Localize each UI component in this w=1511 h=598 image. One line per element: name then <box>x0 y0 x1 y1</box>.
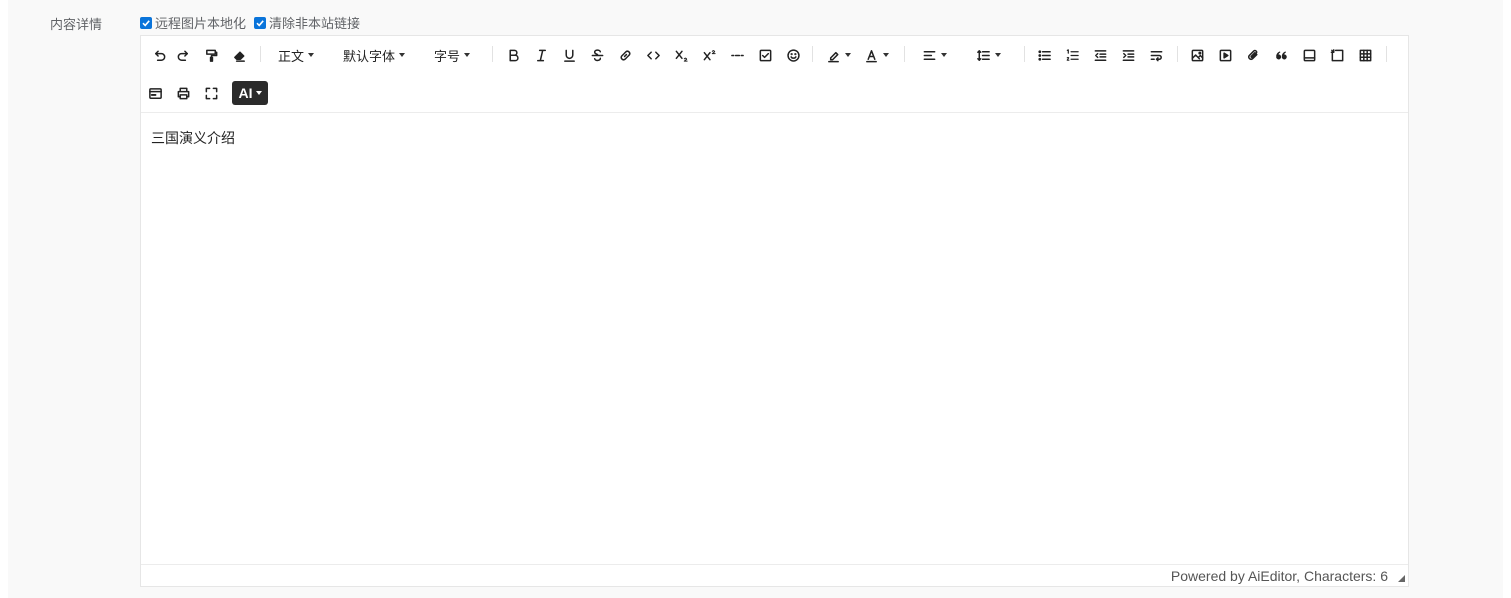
italic-icon[interactable] <box>529 44 553 66</box>
option-localize-images[interactable]: 远程图片本地化 <box>140 13 246 32</box>
underline-icon[interactable] <box>557 44 581 66</box>
format-painter-icon[interactable] <box>199 44 223 66</box>
toolbar-separator <box>492 46 493 62</box>
options-row: 远程图片本地化 清除非本站链接 <box>140 13 368 32</box>
chevron-down-icon <box>399 53 405 57</box>
outdent-icon[interactable] <box>1088 44 1112 66</box>
ai-menu-label: AI <box>238 85 253 101</box>
toolbar-separator <box>260 46 261 62</box>
task-list-icon[interactable] <box>753 44 777 66</box>
font-size-dropdown-label: 字号 <box>433 48 460 64</box>
horizontal-rule-icon[interactable] <box>725 44 749 66</box>
resize-handle-icon[interactable] <box>1398 575 1405 582</box>
checkbox-icon[interactable] <box>140 16 152 29</box>
attachment-icon[interactable] <box>1241 44 1265 66</box>
option-localize-images-label: 远程图片本地化 <box>155 16 247 31</box>
align-button[interactable] <box>917 44 951 66</box>
font-family-dropdown-label: 默认字体 <box>342 48 395 64</box>
highlight-color-button[interactable] <box>821 44 855 66</box>
option-remove-external-links-label: 清除非本站链接 <box>269 16 361 31</box>
redo-icon[interactable] <box>171 44 195 66</box>
heading-dropdown[interactable]: 正文 <box>273 44 319 66</box>
chevron-down-icon <box>940 53 947 57</box>
indent-icon[interactable] <box>1116 44 1140 66</box>
emoji-icon[interactable] <box>781 44 805 66</box>
option-remove-external-links[interactable]: 清除非本站链接 <box>254 13 360 32</box>
toolbar-separator <box>1024 46 1025 62</box>
quote-icon[interactable] <box>1269 44 1293 66</box>
eraser-icon[interactable] <box>227 44 251 66</box>
ai-menu-button[interactable]: AI <box>232 81 268 105</box>
rich-text-editor: 正文 默认字体 字号 AI 三国演义介绍 Powered by AiEditor… <box>140 35 1409 587</box>
chevron-down-icon <box>464 53 470 57</box>
fullscreen-icon[interactable] <box>199 82 223 104</box>
editor-footer: Powered by AiEditor, Characters: 6 <box>141 564 1408 586</box>
video-icon[interactable] <box>1213 44 1237 66</box>
font-size-dropdown[interactable]: 字号 <box>429 44 475 66</box>
print-icon[interactable] <box>171 82 195 104</box>
line-height-button[interactable] <box>971 44 1005 66</box>
font-family-dropdown[interactable]: 默认字体 <box>337 44 411 66</box>
image-icon[interactable] <box>1185 44 1209 66</box>
toolbar-separator <box>1177 46 1178 62</box>
character-count-status: Powered by AiEditor, Characters: 6 <box>1170 567 1388 584</box>
chevron-down-icon <box>994 53 1001 57</box>
chevron-down-icon <box>308 53 314 57</box>
chevron-down-icon <box>255 91 262 95</box>
content-detail-label: 内容详情 <box>50 17 103 32</box>
code-icon[interactable] <box>641 44 665 66</box>
strikethrough-icon[interactable] <box>585 44 609 66</box>
table-icon[interactable] <box>1353 44 1377 66</box>
editor-toolbar: 正文 默认字体 字号 AI <box>141 36 1408 113</box>
toolbar-separator <box>1386 46 1387 62</box>
source-code-icon[interactable] <box>143 82 167 104</box>
bullet-list-icon[interactable] <box>1032 44 1056 66</box>
font-color-button[interactable] <box>859 44 893 66</box>
line-break-icon[interactable] <box>1144 44 1168 66</box>
chevron-down-icon <box>882 53 889 57</box>
toolbar-separator <box>904 46 905 62</box>
editor-content[interactable]: 三国演义介绍 <box>151 128 235 148</box>
code-block-icon[interactable] <box>1297 44 1321 66</box>
heading-dropdown-label: 正文 <box>277 48 304 64</box>
ordered-list-icon[interactable] <box>1060 44 1084 66</box>
link-icon[interactable] <box>613 44 637 66</box>
superscript-icon[interactable] <box>697 44 721 66</box>
subscript-icon[interactable] <box>669 44 693 66</box>
container-icon[interactable] <box>1325 44 1349 66</box>
undo-icon[interactable] <box>147 44 171 66</box>
checkbox-icon[interactable] <box>254 16 267 29</box>
toolbar-separator <box>812 46 813 62</box>
chevron-down-icon <box>844 53 851 57</box>
bold-icon[interactable] <box>501 44 525 66</box>
